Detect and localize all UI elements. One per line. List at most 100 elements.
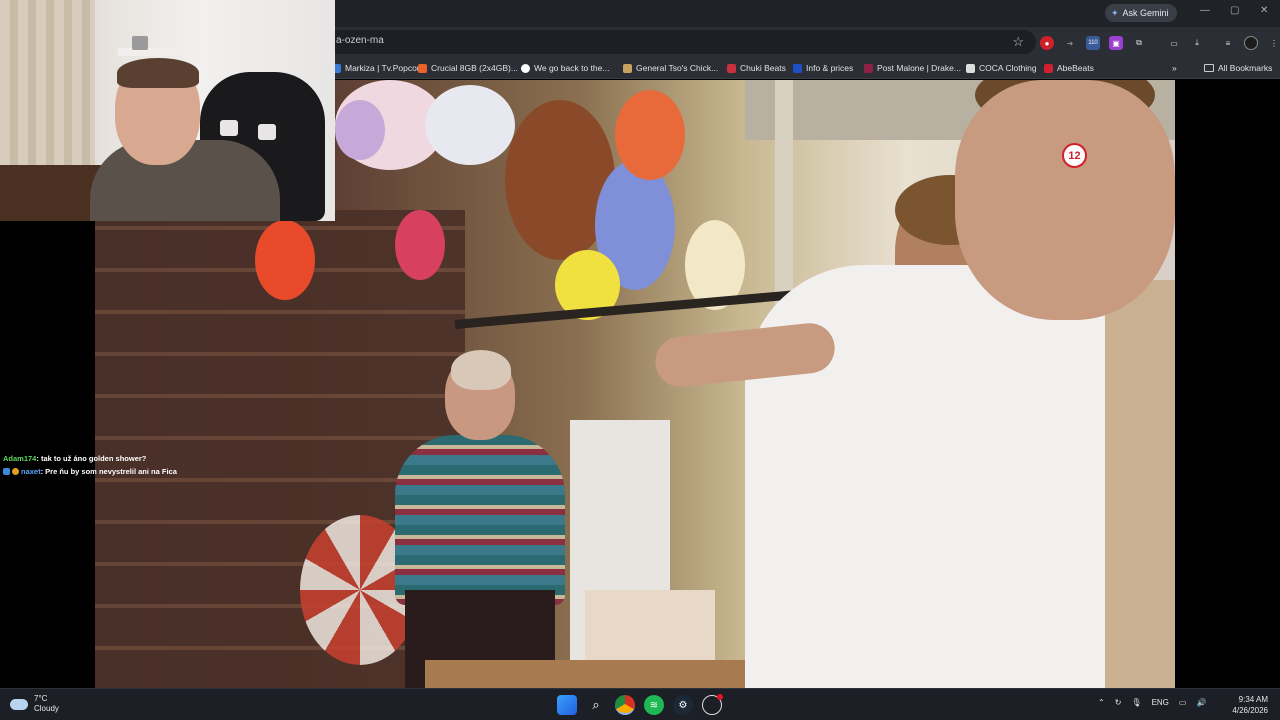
bookmark-item[interactable]: Info & prices bbox=[793, 61, 853, 75]
gift-badge-icon bbox=[12, 468, 19, 475]
search-icon[interactable]: ⌕ bbox=[586, 695, 606, 715]
bookmark-item[interactable]: General Tso's Chick... bbox=[623, 61, 718, 75]
bookmark-favicon-icon bbox=[623, 63, 632, 73]
chat-message: naxet: Pre ňu by som nevystrelil ani na … bbox=[3, 465, 203, 478]
prize-boxes bbox=[585, 590, 715, 665]
plush-toy bbox=[255, 220, 315, 300]
gemini-sparkle-icon: ✦ bbox=[1111, 7, 1119, 18]
ask-gemini-button[interactable]: ✦ Ask Gemini bbox=[1105, 4, 1177, 22]
url-text[interactable]: a-ozen-ma bbox=[336, 35, 384, 46]
ask-gemini-label: Ask Gemini bbox=[1122, 8, 1169, 18]
extension-arrow-icon[interactable]: ➜ bbox=[1063, 36, 1077, 50]
extension-red-icon[interactable]: ● bbox=[1040, 36, 1054, 50]
clock-date: 4/26/2026 bbox=[1232, 706, 1268, 715]
bookmark-label: Info & prices bbox=[806, 63, 854, 73]
chair-cutout bbox=[258, 124, 276, 140]
bookmark-label: Post Malone | Drake... bbox=[877, 63, 961, 73]
clock[interactable]: 9:34 AM 4/26/2026 bbox=[1228, 694, 1268, 716]
close-icon[interactable]: ✕ bbox=[1260, 5, 1268, 16]
steam-icon[interactable]: ⚙ bbox=[673, 695, 693, 715]
bookmarks-overflow-icon[interactable]: » bbox=[1172, 61, 1177, 75]
chat-text: : tak to už áno golden shower? bbox=[36, 454, 147, 463]
windows-start-icon[interactable] bbox=[557, 695, 577, 715]
extension-badge-count: 110 bbox=[1088, 40, 1098, 46]
all-bookmarks-button[interactable]: All Bookmarks bbox=[1204, 61, 1272, 75]
cloud-icon bbox=[10, 698, 28, 710]
bookmark-item[interactable]: COCA Clothing bbox=[966, 61, 1037, 75]
plush-toy bbox=[335, 100, 385, 160]
notification-dot-icon bbox=[717, 694, 723, 700]
bookmark-favicon-icon bbox=[727, 63, 736, 73]
bookmark-item[interactable]: We go back to the... bbox=[521, 61, 609, 75]
bookmark-favicon-icon bbox=[864, 63, 873, 73]
channel-age-badge: 12 bbox=[1062, 143, 1087, 168]
bookmark-item[interactable]: Crucial 8GB (2x4GB)... bbox=[418, 61, 518, 75]
downloads-icon[interactable]: ⤓ bbox=[1190, 36, 1204, 50]
bookmark-label: Markiza | Tv.Popcor... bbox=[345, 63, 427, 73]
media-control-icon[interactable]: ≡ bbox=[1221, 36, 1235, 50]
bookmark-favicon-icon bbox=[418, 63, 427, 73]
profile-avatar[interactable] bbox=[1244, 36, 1258, 50]
taskbar: 7°C Cloudy ⌕ ≋ ⚙ ⌃ ↻ 🎙 ENG ▭ 🔊 9:34 AM 4… bbox=[0, 688, 1280, 720]
chat-overlay: Adam174: tak to už áno golden shower? na… bbox=[3, 452, 203, 478]
spotify-icon[interactable]: ≋ bbox=[644, 695, 664, 715]
bookmark-item[interactable]: Chuki Beats bbox=[727, 61, 786, 75]
clock-time: 9:34 AM bbox=[1238, 695, 1268, 704]
extension-purple-icon[interactable]: ▣ bbox=[1109, 36, 1123, 50]
bookmark-favicon-icon bbox=[966, 63, 975, 73]
screen: ✦ Ask Gemini — ▢ ✕ a-ozen-ma ☆ ● ➜ 110 ▣… bbox=[0, 0, 1280, 720]
weather-widget[interactable]: 7°C Cloudy bbox=[10, 694, 59, 714]
bookmark-label: COCA Clothing bbox=[979, 63, 1037, 73]
volume-icon[interactable]: 🔊 bbox=[1196, 698, 1206, 707]
woman-shirt bbox=[395, 435, 565, 605]
bookmark-label: AbeBeats bbox=[1057, 63, 1094, 73]
bookmark-item[interactable]: Post Malone | Drake... bbox=[864, 61, 961, 75]
google-favicon-icon bbox=[521, 63, 530, 73]
wall-shelf bbox=[118, 48, 178, 56]
address-bar[interactable]: a-ozen-ma ☆ bbox=[300, 30, 1036, 54]
chat-username: Adam174 bbox=[3, 454, 37, 463]
onlooker-shirt bbox=[1105, 280, 1175, 688]
chat-message: Adam174: tak to už áno golden shower? bbox=[3, 452, 203, 465]
weather-desc: Cloudy bbox=[34, 704, 59, 713]
refresh-icon[interactable]: ↻ bbox=[1115, 698, 1122, 707]
woman-hair bbox=[451, 350, 511, 390]
app-icon[interactable] bbox=[702, 694, 723, 715]
bookmark-label: Crucial 8GB (2x4GB)... bbox=[431, 63, 518, 73]
chat-text: : Pre ňu by som nevystrelil ani na Fica bbox=[40, 467, 177, 476]
plush-toy bbox=[425, 85, 515, 165]
onlooker-head bbox=[955, 80, 1175, 320]
microphone-icon[interactable]: 🎙 bbox=[1131, 698, 1141, 707]
kebab-menu-icon[interactable]: ⋮ bbox=[1267, 36, 1280, 50]
webcam-overlay bbox=[0, 0, 335, 221]
network-icon[interactable]: ▭ bbox=[1179, 698, 1187, 707]
bookmark-item[interactable]: Markiza | Tv.Popcor... bbox=[332, 61, 426, 75]
age-rating-label: 12 bbox=[1068, 149, 1081, 162]
all-bookmarks-label: All Bookmarks bbox=[1218, 63, 1273, 73]
extensions-puzzle-icon[interactable]: ⧉ bbox=[1132, 36, 1146, 50]
plush-toy bbox=[615, 90, 685, 180]
bookmark-star-icon[interactable]: ☆ bbox=[1012, 34, 1024, 50]
shelf-object bbox=[132, 36, 148, 50]
streamer-hair bbox=[117, 58, 199, 88]
chat-username: naxet bbox=[21, 467, 41, 476]
chair-cutout bbox=[220, 120, 238, 136]
minimize-icon[interactable]: — bbox=[1200, 5, 1210, 16]
cast-icon[interactable]: ▭ bbox=[1167, 36, 1181, 50]
bookmark-label: We go back to the... bbox=[534, 63, 610, 73]
folder-icon bbox=[1204, 64, 1214, 72]
bookmark-label: General Tso's Chick... bbox=[636, 63, 719, 73]
tray-overflow-icon[interactable]: ⌃ bbox=[1098, 698, 1105, 707]
bookmark-item[interactable]: AbeBeats bbox=[1044, 61, 1094, 75]
subscriber-badge-icon bbox=[3, 468, 10, 475]
extension-badge-icon[interactable]: 110 bbox=[1086, 36, 1100, 50]
taskbar-apps: ⌕ ≋ ⚙ bbox=[557, 694, 723, 715]
language-indicator[interactable]: ENG bbox=[1152, 698, 1169, 707]
plush-toy bbox=[395, 210, 445, 280]
extensions-row: ● ➜ 110 ▣ ⧉ ▭ ⤓ ≡ ⋮ bbox=[1040, 35, 1280, 51]
bookmark-favicon-icon bbox=[1044, 63, 1053, 73]
maximize-icon[interactable]: ▢ bbox=[1230, 5, 1239, 16]
bookmark-favicon-icon bbox=[793, 63, 802, 73]
bookmark-label: Chuki Beats bbox=[740, 63, 786, 73]
chrome-icon[interactable] bbox=[615, 695, 635, 715]
